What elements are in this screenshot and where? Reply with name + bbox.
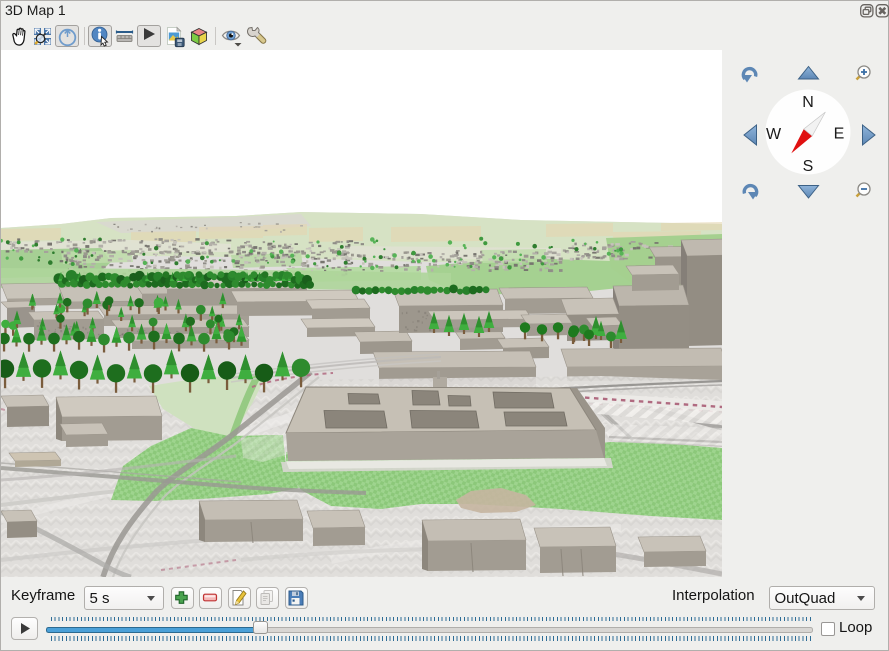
svg-text:W: W bbox=[766, 126, 782, 143]
svg-text:S: S bbox=[803, 158, 814, 175]
svg-text:N: N bbox=[802, 94, 814, 111]
svg-text:E: E bbox=[834, 126, 845, 143]
